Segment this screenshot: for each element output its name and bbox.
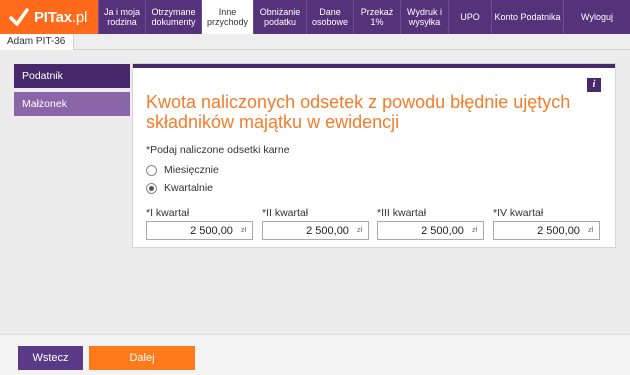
nav-item-upo[interactable]: UPO bbox=[448, 0, 491, 34]
nav-item-dane-osobowe[interactable]: Dane osobowe bbox=[306, 0, 353, 34]
card-top-border bbox=[133, 64, 615, 68]
nav-item-inne-przychody[interactable]: Inne przychody bbox=[201, 0, 253, 34]
radio-label: Miesięcznie bbox=[164, 164, 219, 176]
top-nav-bar: PITax.pl Ja i moja rodzina Otrzymane dok… bbox=[0, 0, 630, 34]
field-label-i-kwartal: *I kwartał bbox=[146, 207, 190, 219]
radio-button[interactable] bbox=[146, 164, 157, 176]
radio-kwartalnie[interactable]: Kwartalnie bbox=[146, 182, 213, 194]
nav-item-wyloguj[interactable]: Wyloguj bbox=[563, 0, 630, 34]
sidebar-item-malzonek[interactable]: Małżonek bbox=[14, 92, 130, 116]
logo[interactable]: PITax.pl bbox=[0, 0, 98, 34]
form-card: i Kwota naliczonych odsetek z powodu błę… bbox=[132, 63, 616, 248]
radio-miesiecznie[interactable]: Miesięcznie bbox=[146, 164, 219, 176]
amount-input-i-kwartal[interactable]: 2 500,00 zł bbox=[146, 221, 253, 240]
next-button[interactable]: Dalej bbox=[89, 346, 195, 370]
amount-input-iii-kwartal[interactable]: 2 500,00 zł bbox=[377, 221, 484, 240]
radio-label: Kwartalnie bbox=[164, 182, 214, 194]
checkmark-logo-icon bbox=[8, 6, 30, 28]
nav-item-otrzymane-dokumenty[interactable]: Otrzymane dokumenty bbox=[145, 0, 201, 34]
nav-item-wydruk-i-wysylka[interactable]: Wydruk i wysyłka bbox=[400, 0, 448, 34]
amount-input-ii-kwartal[interactable]: 2 500,00 zł bbox=[262, 221, 369, 240]
sidebar-item-podatnik[interactable]: Podatnik bbox=[14, 64, 130, 88]
nav-item-konto-podatnika[interactable]: Konto Podatnika bbox=[491, 0, 563, 34]
amount-input-iv-kwartal[interactable]: 2 500,00 zł bbox=[493, 221, 600, 240]
field-label-ii-kwartal: *II kwartał bbox=[262, 207, 309, 219]
field-label-iv-kwartal: *IV kwartał bbox=[493, 207, 544, 219]
radio-button-checked[interactable] bbox=[146, 182, 157, 194]
back-button[interactable]: Wstecz bbox=[18, 346, 83, 370]
info-icon[interactable]: i bbox=[587, 78, 601, 92]
nav-item-przekaz-1[interactable]: Przekaż 1% bbox=[353, 0, 400, 34]
sub-bar: Adam PIT-36 bbox=[0, 34, 630, 50]
question-label: *Podaj naliczone odsetki karne bbox=[146, 144, 290, 156]
nav-item-ja-i-moja-rodzina[interactable]: Ja i moja rodzina bbox=[98, 0, 145, 34]
logo-text: PITax.pl bbox=[34, 8, 88, 26]
nav-item-obnizanie-podatku[interactable]: Obniżanie podatku bbox=[253, 0, 306, 34]
main-nav: Ja i moja rodzina Otrzymane dokumenty In… bbox=[98, 0, 630, 34]
tab-adam-pit-36[interactable]: Adam PIT-36 bbox=[0, 34, 74, 50]
page-title: Kwota naliczonych odsetek z powodu błędn… bbox=[146, 92, 571, 132]
field-label-iii-kwartal: *III kwartał bbox=[377, 207, 427, 219]
